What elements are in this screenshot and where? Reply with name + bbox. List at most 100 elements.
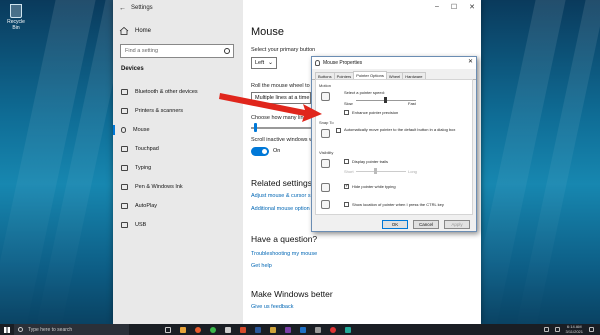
feedback-link[interactable]: Give us feedback xyxy=(251,304,294,310)
nav-home[interactable]: Home xyxy=(119,26,152,35)
clock[interactable]: 6:14 AM 3/11/2021 xyxy=(565,324,584,334)
app-icon[interactable] xyxy=(270,326,276,333)
settings-sidebar: ← Settings Home Find a setting Devices B… xyxy=(113,0,243,324)
show-location-checkbox[interactable] xyxy=(344,202,349,207)
primary-button-select[interactable]: Left ⌄ xyxy=(251,57,277,69)
question-title: Have a question? xyxy=(251,234,318,244)
clock-date: 3/11/2021 xyxy=(565,328,584,334)
recycle-bin-label: Recycle Bin xyxy=(7,19,25,31)
tab-pointers[interactable]: Pointers xyxy=(333,72,355,79)
volume-icon[interactable] xyxy=(554,327,560,332)
recycle-bin-icon xyxy=(10,4,22,18)
pointer-speed-icon xyxy=(321,92,330,101)
firefox-icon[interactable] xyxy=(195,326,201,333)
roll-wheel-select[interactable]: Multiple lines at a time xyxy=(251,92,311,104)
tab-hardware[interactable]: Hardware xyxy=(402,72,426,79)
speed-slider-thumb[interactable] xyxy=(384,97,387,103)
store-icon[interactable] xyxy=(225,326,231,333)
snap-group-label: Snap To xyxy=(319,120,334,125)
app-icon[interactable] xyxy=(345,326,351,333)
tab-buttons[interactable]: Buttons xyxy=(315,72,335,79)
pointer-trails-checkbox[interactable] xyxy=(344,159,349,164)
visibility-group-label: Visibility xyxy=(319,150,334,155)
keyboard-icon xyxy=(121,165,128,171)
motion-group-label: Motion xyxy=(319,83,332,88)
notifications-icon[interactable] xyxy=(589,327,594,332)
sidebar-item-printers[interactable]: Printers & scanners xyxy=(113,103,243,119)
snap-to-checkbox[interactable] xyxy=(336,128,341,133)
related-link[interactable]: Adjust mouse & cursor s xyxy=(251,193,311,199)
sidebar-item-label: Bluetooth & other devices xyxy=(135,89,198,95)
show-location-icon xyxy=(321,200,330,209)
roll-wheel-value: Multiple lines at a time xyxy=(255,95,310,101)
onenote-icon[interactable] xyxy=(285,326,291,333)
show-location-label: Show location of pointer when I press th… xyxy=(352,202,444,207)
chrome-icon[interactable] xyxy=(210,326,216,333)
sidebar-item-label: USB xyxy=(135,222,147,228)
apply-button[interactable]: Apply xyxy=(444,220,470,229)
sidebar-item-mouse[interactable]: Mouse xyxy=(113,122,243,138)
lines-slider-track[interactable] xyxy=(251,127,311,129)
hide-pointer-checkbox[interactable] xyxy=(344,183,349,189)
recycle-bin-desktop-icon[interactable]: Recycle Bin xyxy=(4,4,28,31)
enhance-precision-checkbox[interactable] xyxy=(344,110,349,115)
file-explorer-icon[interactable] xyxy=(180,326,186,333)
trails-slider-track[interactable] xyxy=(356,171,406,172)
start-button[interactable] xyxy=(0,324,14,335)
sidebar-item-pen[interactable]: Pen & Windows Ink xyxy=(113,179,243,195)
taskbar-search[interactable]: Type here to search xyxy=(14,324,129,335)
better-title: Make Windows better xyxy=(251,289,333,299)
scroll-inactive-toggle[interactable] xyxy=(251,147,269,156)
minimize-icon[interactable]: – xyxy=(435,3,439,11)
sidebar-item-usb[interactable]: USB xyxy=(113,217,243,233)
pointer-trails-label: Display pointer trails xyxy=(352,159,389,164)
task-view-icon[interactable] xyxy=(165,326,171,333)
sidebar-item-label: AutoPlay xyxy=(135,203,158,209)
pointer-options-panel: Motion Select a pointer speed: Slow Fast… xyxy=(315,79,473,215)
question-link[interactable]: Troubleshooting my mouse xyxy=(251,251,317,257)
touchpad-icon xyxy=(121,146,128,152)
close-icon[interactable]: ✕ xyxy=(468,58,473,65)
settings-titlebar: ← Settings xyxy=(113,0,243,16)
app-icon[interactable] xyxy=(240,326,246,333)
sidebar-item-touchpad[interactable]: Touchpad xyxy=(113,141,243,157)
usb-icon xyxy=(121,222,128,228)
cancel-button[interactable]: Cancel xyxy=(413,220,439,229)
fast-label: Fast xyxy=(408,101,416,106)
window-title: Settings xyxy=(131,5,153,11)
enhance-precision-label: Enhance pointer precision xyxy=(352,110,399,115)
tab-wheel[interactable]: Wheel xyxy=(385,72,404,79)
trails-slider-thumb[interactable] xyxy=(374,168,377,174)
taskbar-apps xyxy=(165,326,351,333)
question-link[interactable]: Get help xyxy=(251,263,272,269)
sidebar-item-autoplay[interactable]: AutoPlay xyxy=(113,198,243,214)
sidebar-item-typing[interactable]: Typing xyxy=(113,160,243,176)
related-link[interactable]: Additional mouse option xyxy=(251,206,310,212)
snap-to-label: Automatically move pointer to the defaul… xyxy=(344,127,456,132)
home-label: Home xyxy=(135,28,152,34)
scroll-inactive-label: Scroll inactive windows w xyxy=(251,137,314,143)
pen-icon xyxy=(121,184,128,190)
app-icon[interactable] xyxy=(300,326,306,333)
word-icon[interactable] xyxy=(255,326,261,333)
autoplay-icon xyxy=(121,203,128,209)
pointer-trails-icon xyxy=(321,159,330,168)
taskbar-search-placeholder: Type here to search xyxy=(28,326,73,333)
settings-search-input[interactable]: Find a setting xyxy=(120,44,234,58)
mouse-icon xyxy=(121,127,126,133)
short-label: Short xyxy=(344,169,354,174)
chevron-down-icon: ⌄ xyxy=(267,60,273,66)
close-icon[interactable]: ✕ xyxy=(469,3,475,11)
network-icon[interactable] xyxy=(543,327,549,332)
sidebar-item-bluetooth[interactable]: Bluetooth & other devices xyxy=(113,84,243,100)
settings-gear-icon[interactable] xyxy=(315,326,321,333)
maximize-icon[interactable]: ☐ xyxy=(451,3,457,11)
mouse-icon xyxy=(315,60,320,66)
back-arrow-icon[interactable]: ← xyxy=(119,5,131,12)
related-settings-title: Related settings xyxy=(251,178,312,188)
app-icon[interactable] xyxy=(330,326,336,333)
long-label: Long xyxy=(408,169,417,174)
ok-button[interactable]: OK xyxy=(382,220,408,229)
lines-slider-thumb[interactable] xyxy=(254,123,257,132)
sidebar-item-label: Touchpad xyxy=(135,146,159,152)
